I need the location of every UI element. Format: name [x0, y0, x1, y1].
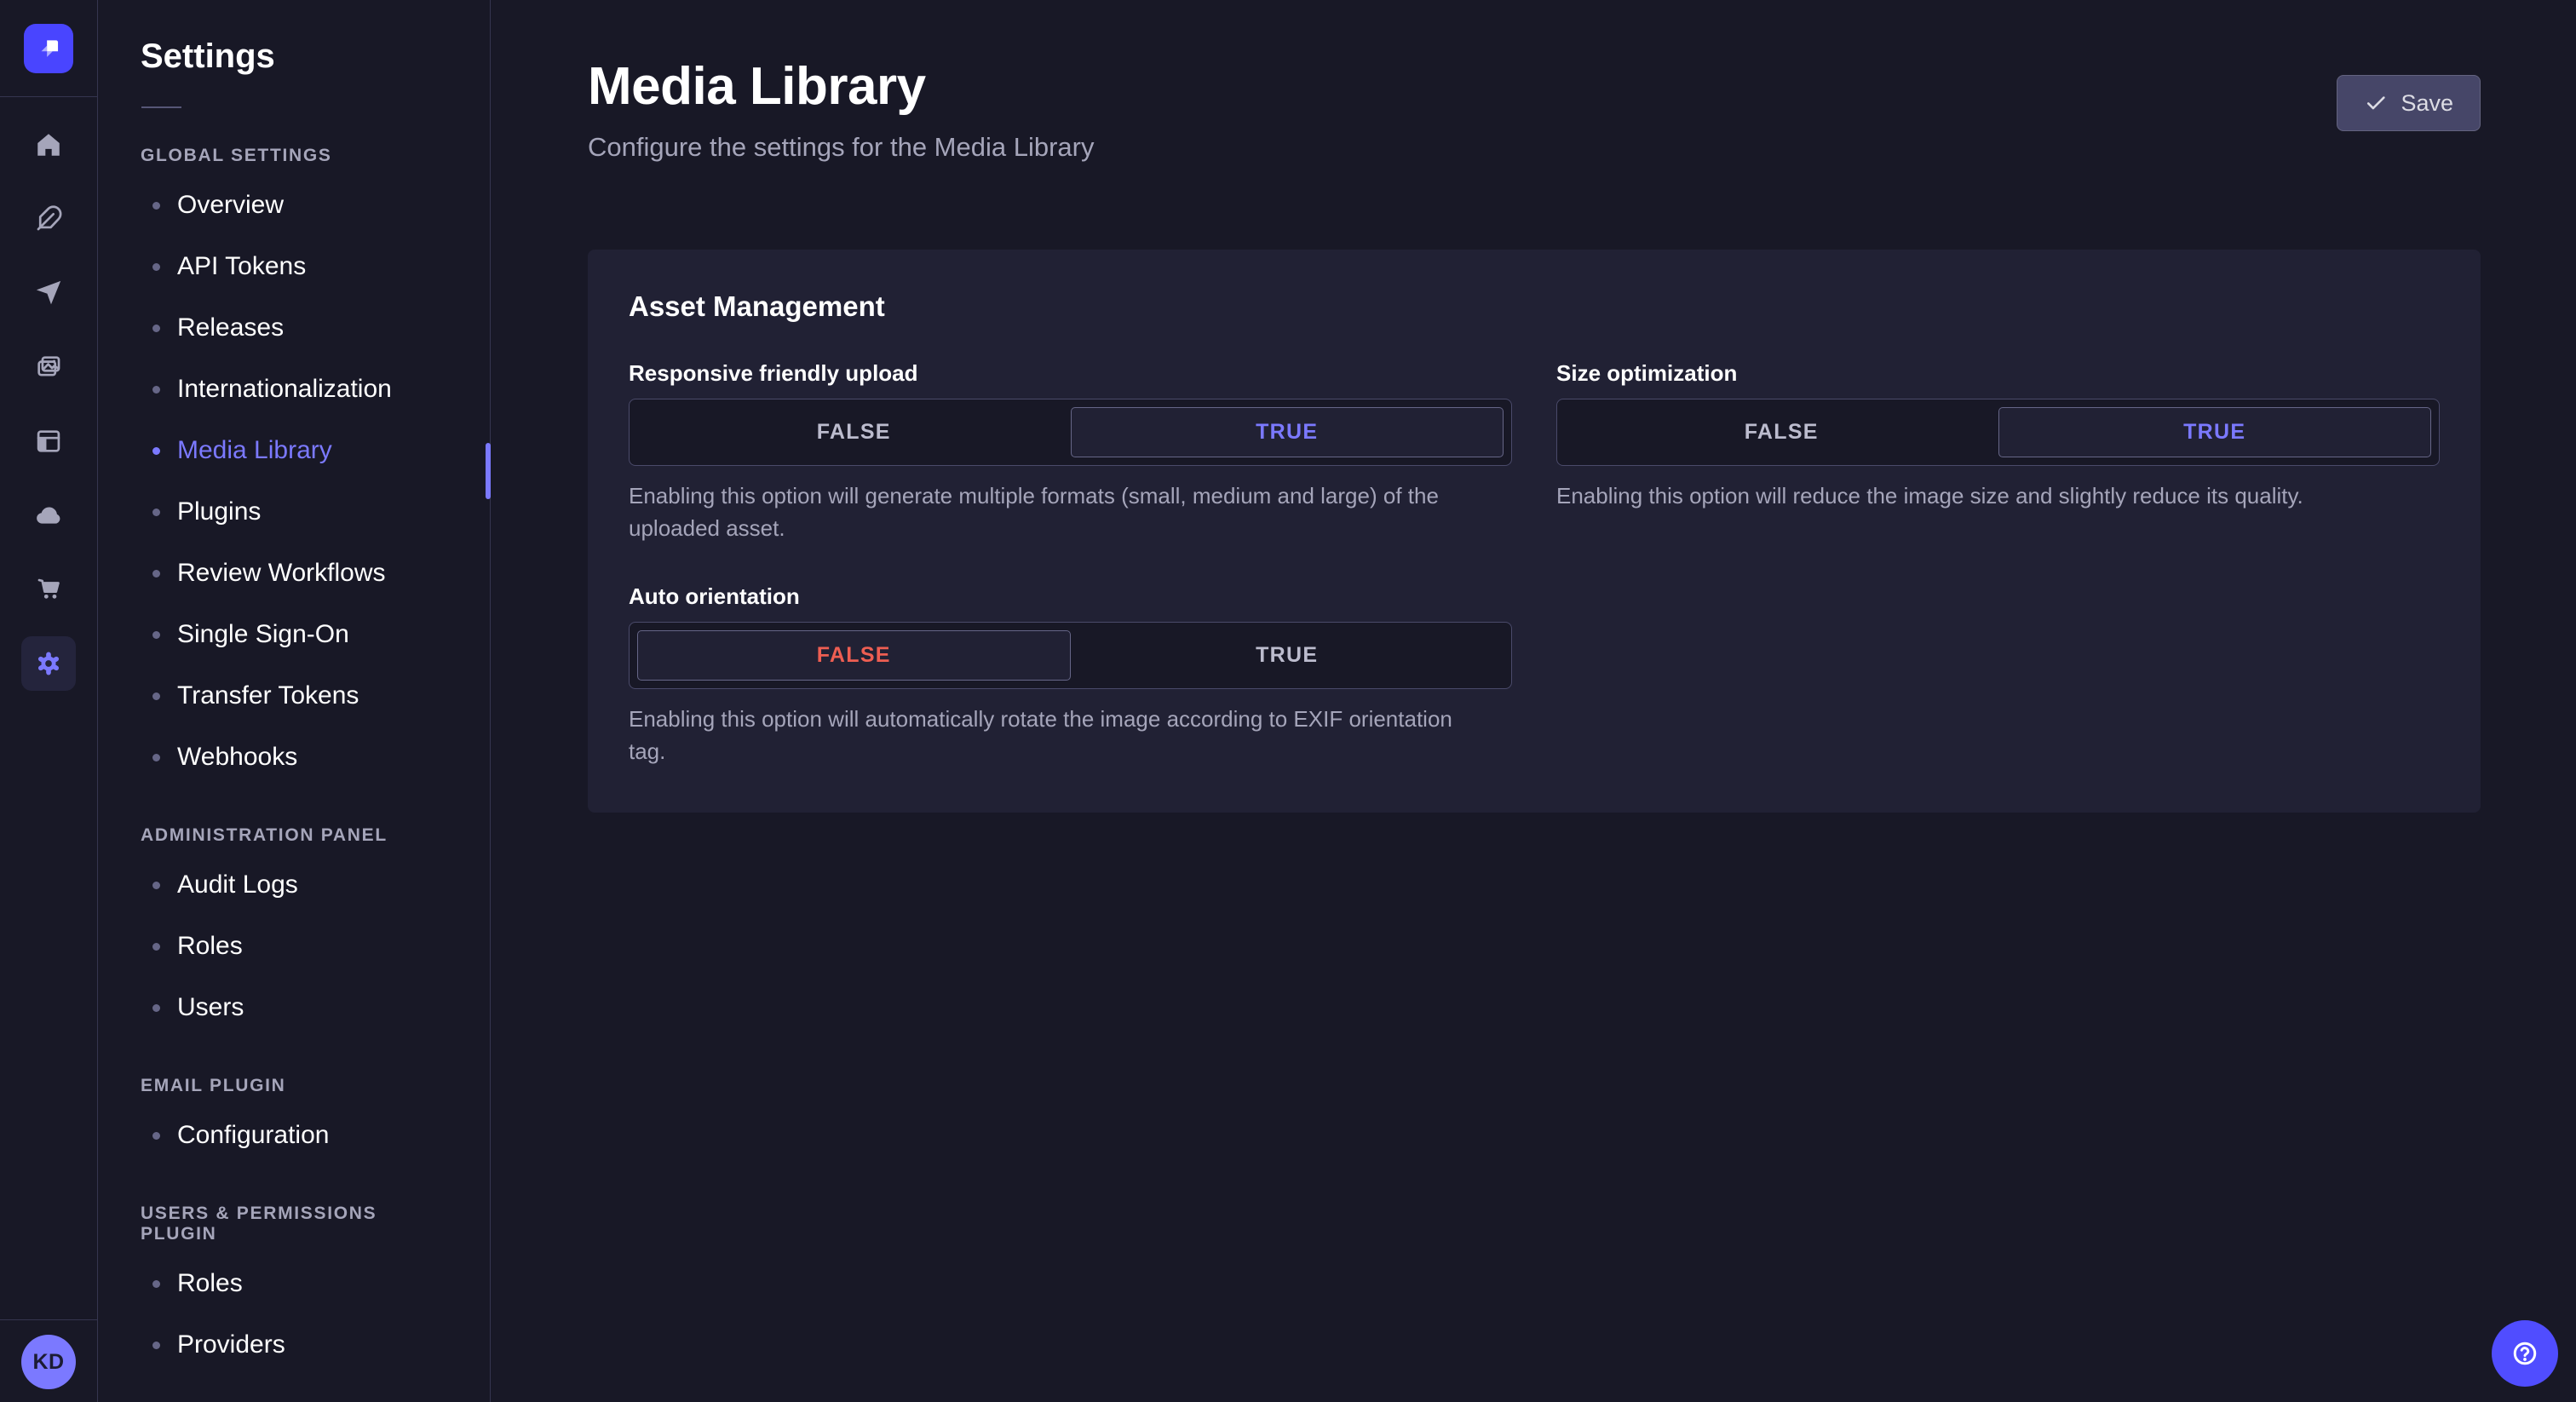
- question-circle-icon: [2513, 1342, 2537, 1365]
- bullet-icon: [152, 753, 160, 761]
- subnav-item-overview[interactable]: Overview: [99, 175, 490, 236]
- main-content: Media Library Configure the settings for…: [492, 0, 2576, 1402]
- gear-icon[interactable]: [21, 636, 76, 691]
- section-email-plugin: EMAIL PLUGIN: [141, 1076, 286, 1095]
- subnav-item-media-library[interactable]: Media Library: [99, 420, 490, 481]
- page-subtitle: Configure the settings for the Media Lib…: [588, 132, 1095, 162]
- bullet-icon: [152, 508, 160, 516]
- images-icon[interactable]: [21, 340, 76, 394]
- bullet-icon: [152, 1279, 160, 1288]
- toggle-option-true[interactable]: TRUE: [1998, 407, 2431, 457]
- field-label: Size optimization: [1556, 360, 1738, 386]
- bullet-icon: [152, 385, 160, 394]
- section-administration-panel: ADMINISTRATION PANEL: [141, 825, 388, 845]
- size-optimization-toggle: FALSE TRUE: [1556, 399, 2440, 466]
- bullet-icon: [152, 1341, 160, 1349]
- field-hint: Enabling this option will reduce the ima…: [1556, 483, 2303, 509]
- title-divider: [141, 106, 181, 108]
- email-plugin-list: Configuration: [99, 1105, 490, 1166]
- check-icon: [2367, 96, 2386, 110]
- settings-grid: Responsive friendly upload FALSE TRUE En…: [629, 360, 2440, 768]
- toggle-option-false[interactable]: FALSE: [637, 407, 1071, 457]
- section-users-permissions-plugin: USERS & PERMISSIONS PLUGIN: [141, 1204, 377, 1244]
- layout-icon[interactable]: [21, 414, 76, 468]
- administration-panel-list: Audit Logs Roles Users: [99, 854, 490, 1038]
- bullet-icon: [152, 630, 160, 639]
- field-size-optimization: Size optimization FALSE TRUE Enabling th…: [1556, 360, 2440, 544]
- field-label: Auto orientation: [629, 583, 800, 610]
- bullet-icon: [152, 942, 160, 951]
- page-title: Media Library: [588, 57, 926, 116]
- subnav-item-internationalization[interactable]: Internationalization: [99, 359, 490, 420]
- bullet-icon: [152, 569, 160, 577]
- toggle-option-true[interactable]: TRUE: [1071, 630, 1504, 681]
- responsive-upload-toggle: FALSE TRUE: [629, 399, 1512, 466]
- field-hint: Enabling this option will generate multi…: [629, 483, 1439, 541]
- subnav-item-up-providers[interactable]: Providers: [99, 1314, 490, 1376]
- toggle-option-false[interactable]: FALSE: [1565, 407, 1998, 457]
- bullet-icon: [152, 881, 160, 889]
- user-avatar[interactable]: KD: [21, 1335, 76, 1389]
- settings-subnav: Settings GLOBAL SETTINGS Overview API To…: [99, 0, 491, 1402]
- field-auto-orientation: Auto orientation FALSE TRUE Enabling thi…: [629, 583, 1512, 767]
- cart-icon[interactable]: [21, 562, 76, 617]
- subnav-item-review-workflows[interactable]: Review Workflows: [99, 543, 490, 604]
- auto-orientation-toggle: FALSE TRUE: [629, 622, 1512, 690]
- toggle-option-true[interactable]: TRUE: [1070, 407, 1504, 457]
- save-button[interactable]: Save: [2337, 75, 2481, 131]
- help-button[interactable]: [2492, 1320, 2558, 1387]
- strapi-logo-icon[interactable]: [24, 23, 73, 73]
- subnav-item-releases[interactable]: Releases: [99, 297, 490, 359]
- main-nav-sidebar: KD: [0, 0, 98, 1402]
- page-header: Media Library Configure the settings for…: [492, 0, 2576, 163]
- users-permissions-list: Roles Providers: [99, 1253, 490, 1376]
- main-nav-icons: [21, 118, 76, 691]
- bullet-icon: [152, 692, 160, 700]
- global-settings-list: Overview API Tokens Releases Internation…: [99, 175, 490, 788]
- subnav-item-up-roles[interactable]: Roles: [99, 1253, 490, 1314]
- cloud-icon[interactable]: [21, 488, 76, 543]
- section-global-settings: GLOBAL SETTINGS: [141, 146, 332, 165]
- bullet-icon: [152, 1131, 160, 1140]
- subnav-item-api-tokens[interactable]: API Tokens: [99, 236, 490, 297]
- subnav-item-single-sign-on[interactable]: Single Sign-On: [99, 604, 490, 665]
- logo-container: [0, 0, 97, 97]
- paper-plane-icon[interactable]: [21, 266, 76, 320]
- panel-title: Asset Management: [629, 290, 885, 322]
- bullet-icon: [152, 324, 160, 332]
- subnav-item-admin-roles[interactable]: Roles: [99, 916, 490, 977]
- bullet-icon: [152, 446, 160, 455]
- subnav-item-email-configuration[interactable]: Configuration: [99, 1105, 490, 1166]
- subnav-item-admin-users[interactable]: Users: [99, 977, 490, 1038]
- subnav-item-webhooks[interactable]: Webhooks: [99, 727, 490, 788]
- sidebar-footer: KD: [0, 1319, 97, 1402]
- subnav-item-plugins[interactable]: Plugins: [99, 481, 490, 543]
- bullet-icon: [152, 201, 160, 210]
- feather-icon[interactable]: [21, 192, 76, 246]
- field-label: Responsive friendly upload: [629, 360, 918, 386]
- field-responsive-friendly-upload: Responsive friendly upload FALSE TRUE En…: [629, 360, 1512, 544]
- toggle-option-false[interactable]: FALSE: [637, 630, 1071, 681]
- active-item-indicator: [486, 443, 491, 499]
- subnav-title: Settings: [141, 37, 275, 75]
- subnav-item-audit-logs[interactable]: Audit Logs: [99, 854, 490, 916]
- bullet-icon: [152, 1003, 160, 1012]
- field-hint: Enabling this option will automatically …: [629, 706, 1452, 765]
- bullet-icon: [152, 262, 160, 271]
- subnav-item-transfer-tokens[interactable]: Transfer Tokens: [99, 665, 490, 727]
- asset-management-panel: Asset Management Responsive friendly upl…: [588, 250, 2481, 813]
- home-icon[interactable]: [21, 118, 76, 172]
